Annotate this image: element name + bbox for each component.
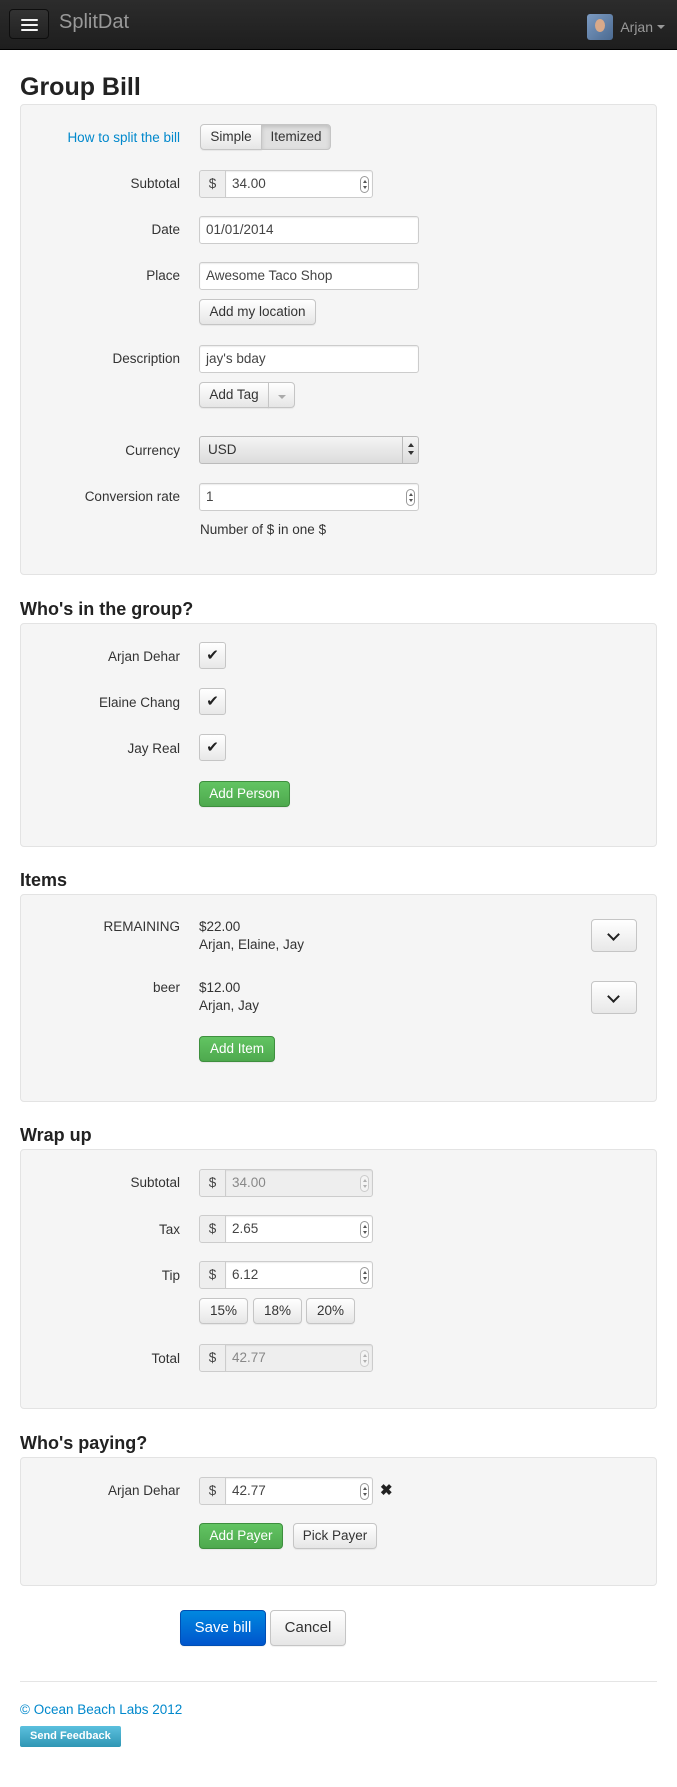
group-heading: Who's in the group? xyxy=(20,599,194,619)
user-name: Arjan xyxy=(620,19,653,35)
add-tag-button[interactable]: Add Tag xyxy=(199,382,269,408)
subtotal-label: Subtotal xyxy=(130,176,180,191)
split-simple-button[interactable]: Simple xyxy=(200,124,262,150)
tax-label: Tax xyxy=(158,1222,180,1237)
tip-value: 6.12 xyxy=(232,1267,259,1282)
tip-20-button[interactable]: 20% xyxy=(306,1298,355,1324)
top-navbar: SplitDat Arjan xyxy=(0,0,677,50)
tip-input[interactable]: 6.12 xyxy=(225,1261,373,1289)
select-arrows-icon xyxy=(402,437,418,463)
conversion-rate-label: Conversion rate xyxy=(84,489,180,504)
total-value: 42.77 xyxy=(232,1350,266,1365)
tax-input[interactable]: 2.65 xyxy=(225,1215,373,1243)
spinner-icon[interactable] xyxy=(360,1221,369,1238)
caret-down-icon xyxy=(657,25,665,29)
currency-addon: $ xyxy=(199,1344,226,1372)
item-people: Arjan, Elaine, Jay xyxy=(199,937,305,952)
add-payer-button[interactable]: Add Payer xyxy=(199,1523,283,1549)
item-name: REMAINING xyxy=(103,919,180,934)
wrapup-subtotal-label: Subtotal xyxy=(130,1175,180,1190)
spinner-icon[interactable] xyxy=(360,1483,369,1500)
spinner-icon[interactable] xyxy=(406,489,415,506)
item-amount: $22.00 xyxy=(199,919,241,934)
footer-divider xyxy=(20,1681,657,1682)
items-heading: Items xyxy=(20,870,68,890)
total-label: Total xyxy=(151,1351,180,1366)
member-name: Arjan Dehar xyxy=(107,649,180,664)
wrapup-subtotal-input: 34.00 xyxy=(225,1169,373,1197)
add-person-button[interactable]: Add Person xyxy=(199,781,290,807)
currency-select[interactable]: USD xyxy=(199,436,419,464)
payer-amount-input[interactable]: 42.77 xyxy=(225,1477,373,1505)
add-item-button[interactable]: Add Item xyxy=(199,1036,275,1062)
add-location-button[interactable]: Add my location xyxy=(199,299,316,325)
copyright-link[interactable]: © Ocean Beach Labs 2012 xyxy=(20,1702,182,1717)
wrapup-subtotal-value: 34.00 xyxy=(232,1175,266,1190)
remove-payer-icon[interactable]: ✖ xyxy=(380,1481,393,1499)
item-people: Arjan, Jay xyxy=(199,998,260,1013)
split-method-help-link[interactable]: How to split the bill xyxy=(20,130,180,145)
member-checkbox[interactable]: ✔ xyxy=(199,688,226,715)
currency-value: USD xyxy=(208,442,237,457)
date-input[interactable]: 01/01/2014 xyxy=(199,216,419,244)
subtotal-value: 34.00 xyxy=(232,176,266,191)
payer-amount-value: 42.77 xyxy=(232,1483,266,1498)
menu-icon-bar xyxy=(21,29,38,31)
tip-15-button[interactable]: 15% xyxy=(199,1298,248,1324)
add-tag-dropdown-button[interactable] xyxy=(268,382,295,408)
spinner-icon[interactable] xyxy=(360,1267,369,1284)
conversion-help-text: Number of $ in one $ xyxy=(200,522,327,537)
menu-icon xyxy=(21,19,38,21)
member-name: Jay Real xyxy=(127,741,180,756)
avatar xyxy=(587,14,614,40)
chevron-down-icon[interactable] xyxy=(591,919,637,952)
payer-name: Arjan Dehar xyxy=(107,1483,180,1498)
currency-addon: $ xyxy=(199,1261,226,1289)
currency-addon: $ xyxy=(199,1477,226,1505)
spinner-icon xyxy=(360,1350,369,1367)
currency-addon: $ xyxy=(199,170,226,198)
menu-icon-bar xyxy=(21,24,38,26)
send-feedback-button[interactable]: Send Feedback xyxy=(20,1726,121,1747)
save-bill-button[interactable]: Save bill xyxy=(180,1610,266,1646)
paying-heading: Who's paying? xyxy=(20,1433,148,1453)
tip-18-button[interactable]: 18% xyxy=(253,1298,302,1324)
date-label: Date xyxy=(151,222,180,237)
place-label: Place xyxy=(146,268,180,283)
currency-label: Currency xyxy=(125,443,180,458)
menu-toggle-button[interactable] xyxy=(9,9,49,39)
pick-payer-button[interactable]: Pick Payer xyxy=(293,1523,377,1549)
member-checkbox[interactable]: ✔ xyxy=(199,734,226,761)
user-menu[interactable]: Arjan xyxy=(587,14,665,40)
currency-addon: $ xyxy=(199,1169,226,1197)
brand-logo[interactable]: SplitDat xyxy=(59,11,129,34)
place-input[interactable]: Awesome Taco Shop xyxy=(199,262,419,290)
description-input[interactable]: jay's bday xyxy=(199,345,419,373)
subtotal-input[interactable]: 34.00 xyxy=(225,170,373,198)
split-itemized-button[interactable]: Itemized xyxy=(261,124,331,150)
cancel-button[interactable]: Cancel xyxy=(270,1610,346,1646)
wrapup-heading: Wrap up xyxy=(20,1125,92,1145)
conversion-rate-value: 1 xyxy=(206,489,214,504)
item-name: beer xyxy=(152,980,180,995)
total-input: 42.77 xyxy=(225,1344,373,1372)
spinner-icon xyxy=(360,1175,369,1192)
page-title: Group Bill xyxy=(20,73,141,101)
item-amount: $12.00 xyxy=(199,980,241,995)
currency-addon: $ xyxy=(199,1215,226,1243)
tax-value: 2.65 xyxy=(232,1221,259,1236)
tip-label: Tip xyxy=(161,1268,180,1283)
caret-down-icon xyxy=(277,395,286,399)
conversion-rate-input[interactable]: 1 xyxy=(199,483,419,511)
chevron-down-icon[interactable] xyxy=(591,981,637,1014)
member-name: Elaine Chang xyxy=(98,695,180,710)
member-checkbox[interactable]: ✔ xyxy=(199,642,226,669)
spinner-icon[interactable] xyxy=(360,176,369,193)
description-label: Description xyxy=(112,351,180,366)
